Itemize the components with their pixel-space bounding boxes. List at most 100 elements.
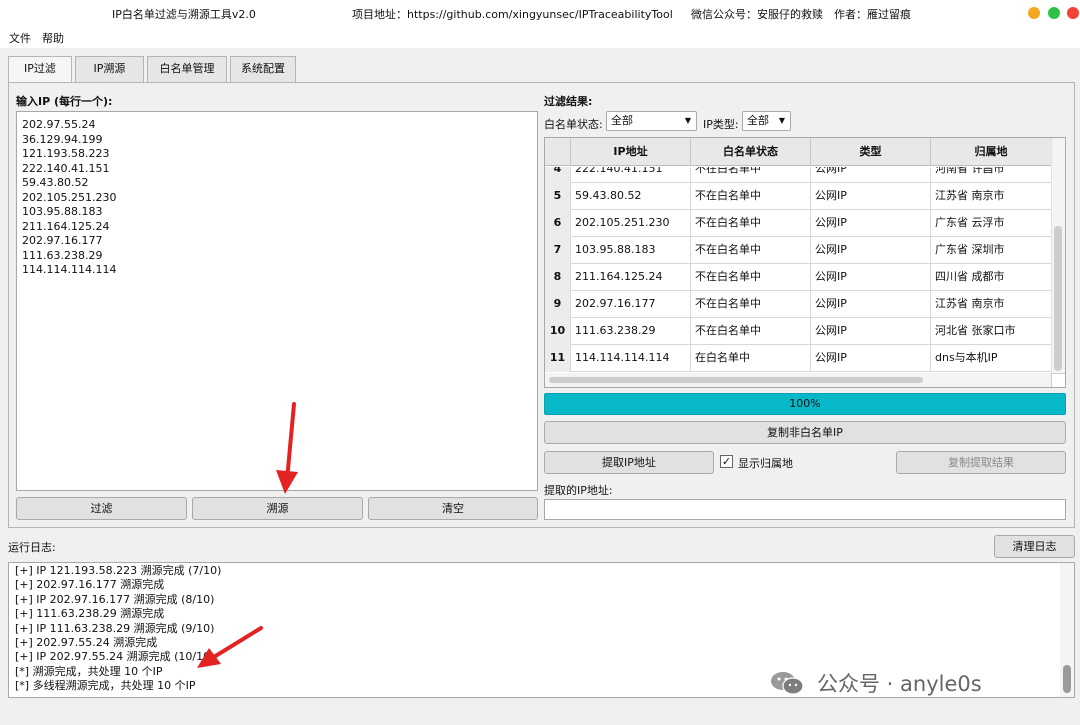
tab-system-config[interactable]: 系统配置 xyxy=(230,56,296,82)
table-cell: 公网IP xyxy=(811,210,931,237)
ip-input-line: 36.129.94.199 xyxy=(22,132,103,146)
table-header: IP地址 白名单状态 类型 归属地 xyxy=(545,138,1052,166)
ip-input-textarea[interactable]: 202.97.55.24 36.129.94.199 121.193.58.223 2… xyxy=(16,111,538,491)
table-row[interactable]: 5 59.43.80.52 不在白名单中 公网IP 江苏省 南京市 xyxy=(545,183,1052,210)
menu-bar: 文件 帮助 xyxy=(0,26,1080,48)
col-whitelist-status[interactable]: 白名单状态 xyxy=(691,138,811,166)
table-vertical-scrollbar[interactable] xyxy=(1051,138,1065,373)
row-number: 8 xyxy=(545,264,571,291)
table-cell: 公网IP xyxy=(811,264,931,291)
table-cell: 不在白名单中 xyxy=(691,237,811,264)
row-number: 4 xyxy=(545,167,571,183)
table-row[interactable]: 9 202.97.16.177 不在白名单中 公网IP 江苏省 南京市 xyxy=(545,291,1052,318)
scroll-thumb[interactable] xyxy=(549,377,923,383)
ip-type-select[interactable]: 全部 ▼ xyxy=(742,111,791,131)
table-row[interactable]: 11 114.114.114.114 在白名单中 公网IP dns与本机IP xyxy=(545,345,1052,372)
close-button[interactable] xyxy=(1067,7,1079,19)
maximize-button[interactable] xyxy=(1048,7,1060,19)
table-cell: 不在白名单中 xyxy=(691,183,811,210)
table-cell: 不在白名单中 xyxy=(691,167,811,183)
extracted-ip-label: 提取的IP地址: xyxy=(544,484,613,497)
row-number: 6 xyxy=(545,210,571,237)
filter-button[interactable]: 过滤 xyxy=(16,497,187,520)
tab-ip-trace[interactable]: IP溯源 xyxy=(75,56,144,82)
ip-input-line: 103.95.88.183 xyxy=(22,205,103,218)
whitelist-status-label: 白名单状态: xyxy=(544,118,603,131)
table-cell: 公网IP xyxy=(811,237,931,264)
table-horizontal-scrollbar[interactable] xyxy=(545,373,1052,387)
table-cell: 202.105.251.230 xyxy=(571,210,691,237)
scroll-thumb[interactable] xyxy=(1063,665,1071,693)
col-location[interactable]: 归属地 xyxy=(931,138,1052,166)
progress-text: 100% xyxy=(789,397,821,410)
ip-input-line: 59.43.80.52 xyxy=(22,176,89,189)
ip-input-line: 202.105.251.230 xyxy=(22,190,117,204)
table-cell: 河北省 张家口市 xyxy=(931,318,1052,345)
tab-whitelist-management[interactable]: 白名单管理 xyxy=(147,56,227,82)
menu-file[interactable]: 文件 xyxy=(9,30,31,46)
table-cell: 公网IP xyxy=(811,167,931,183)
table-cell: 59.43.80.52 xyxy=(571,183,691,210)
trace-button[interactable]: 溯源 xyxy=(192,497,363,520)
header-corner xyxy=(545,138,571,166)
minimize-button[interactable] xyxy=(1028,7,1040,19)
table-cell: 不在白名单中 xyxy=(691,318,811,345)
table-row[interactable]: 10 111.63.238.29 不在白名单中 公网IP 河北省 张家口市 xyxy=(545,318,1052,345)
row-number: 10 xyxy=(545,318,571,345)
table-cell: 公网IP xyxy=(811,318,931,345)
ip-input-line: 202.97.55.24 xyxy=(22,118,96,131)
table-row[interactable]: 4 222.140.41.151 不在白名单中 公网IP 河南省 许昌市 xyxy=(545,167,1052,183)
scroll-corner xyxy=(1051,373,1065,387)
results-table[interactable]: IP地址 白名单状态 类型 归属地 4 222.140.41.151 不在白名单中公… xyxy=(544,137,1066,388)
whitelist-status-value: 全部 xyxy=(611,114,633,127)
table-cell: 四川省 成都市 xyxy=(931,264,1052,291)
author: 作者：雁过留痕 xyxy=(834,8,911,21)
extracted-ip-field[interactable] xyxy=(544,499,1066,520)
tab-ip-filter[interactable]: IP过滤 xyxy=(8,56,72,83)
row-number: 5 xyxy=(545,183,571,210)
clear-log-button[interactable]: 清理日志 xyxy=(994,535,1075,558)
wechat-account: 微信公众号：安服仔的救赎 xyxy=(691,8,823,21)
table-cell: 103.95.88.183 xyxy=(571,237,691,264)
ip-input-line: 111.63.238.29 xyxy=(22,248,103,262)
col-type[interactable]: 类型 xyxy=(811,138,931,166)
log-scrollbar[interactable] xyxy=(1060,563,1074,697)
row-number: 9 xyxy=(545,291,571,318)
row-number: 7 xyxy=(545,237,571,264)
row-number: 11 xyxy=(545,345,571,372)
ip-input-line: 121.193.58.223 xyxy=(22,147,110,160)
scroll-thumb[interactable] xyxy=(1054,226,1062,371)
menu-help[interactable]: 帮助 xyxy=(42,30,64,46)
check-icon: ✓ xyxy=(721,455,732,468)
table-cell: 不在白名单中 xyxy=(691,264,811,291)
table-row[interactable]: 7 103.95.88.183 不在白名单中 公网IP 广东省 深圳市 xyxy=(545,237,1052,264)
table-cell: 在白名单中 xyxy=(691,345,811,372)
table-cell: 211.164.125.24 xyxy=(571,264,691,291)
col-ip[interactable]: IP地址 xyxy=(571,138,691,166)
table-row[interactable]: 8 211.164.125.24 不在白名单中 公网IP 四川省 成都市 xyxy=(545,264,1052,291)
table-cell: 河南省 许昌市 xyxy=(931,167,1052,183)
table-row[interactable]: 6 202.105.251.230 不在白名单中 公网IP 广东省 云浮市 xyxy=(545,210,1052,237)
table-cell: 公网IP xyxy=(811,291,931,318)
table-cell: dns与本机IP xyxy=(931,345,1052,372)
progress-bar: 100% xyxy=(544,393,1066,415)
watermark-text: 公众号 · anyle0s xyxy=(817,672,982,696)
table-cell: 111.63.238.29 xyxy=(571,318,691,345)
table-cell: 江苏省 南京市 xyxy=(931,291,1052,318)
table-cell: 公网IP xyxy=(811,183,931,210)
ip-input-line: 222.140.41.151 xyxy=(22,161,110,175)
table-cell: 114.114.114.114 xyxy=(571,345,691,372)
extract-ip-button[interactable]: 提取IP地址 xyxy=(544,451,714,474)
table-cell: 222.140.41.151 xyxy=(571,167,691,183)
clear-button[interactable]: 清空 xyxy=(368,497,538,520)
show-location-checkbox[interactable]: ✓ xyxy=(720,455,733,468)
table-cell: 202.97.16.177 xyxy=(571,291,691,318)
table-cell: 公网IP xyxy=(811,345,931,372)
copy-extract-button[interactable]: 复制提取结果 xyxy=(896,451,1066,474)
window-title: IP白名单过滤与溯源工具v2.0 xyxy=(112,8,256,21)
whitelist-status-select[interactable]: 全部 ▼ xyxy=(606,111,697,131)
table-cell: 不在白名单中 xyxy=(691,210,811,237)
table-body: 4 222.140.41.151 不在白名单中 公网IP 河南省 许昌市 5 59.43.8… xyxy=(545,167,1052,373)
chevron-down-icon: ▼ xyxy=(684,116,691,125)
copy-non-whitelist-button[interactable]: 复制非白名单IP xyxy=(544,421,1066,444)
